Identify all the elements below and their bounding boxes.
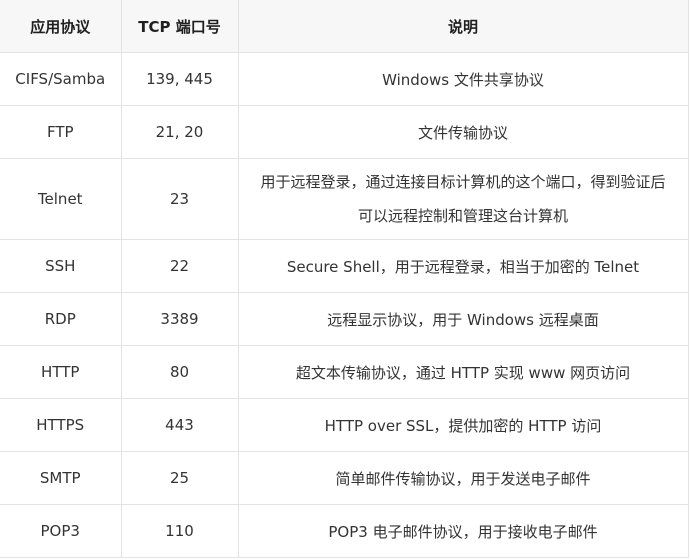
port-cell: 443 (120, 398, 239, 452)
description-cell: 远程显示协议，用于 Windows 远程桌面 (237, 292, 689, 346)
protocol-cell: FTP (0, 105, 122, 159)
description-cell: 文件传输协议 (237, 105, 689, 159)
table-row: POP3 110 POP3 电子邮件协议，用于接收电子邮件 (0, 504, 689, 558)
table-row: HTTP 80 超文本传输协议，通过 HTTP 实现 www 网页访问 (0, 345, 689, 399)
protocol-cell: RDP (0, 292, 122, 346)
description-cell: HTTP over SSL，提供加密的 HTTP 访问 (237, 398, 689, 452)
protocol-cell: SSH (0, 239, 122, 293)
protocol-cell: HTTP (0, 345, 122, 399)
table-row: CIFS/Samba 139, 445 Windows 文件共享协议 (0, 52, 689, 106)
table-row: FTP 21, 20 文件传输协议 (0, 105, 689, 159)
description-cell: Secure Shell，用于远程登录，相当于加密的 Telnet (237, 239, 689, 293)
protocol-cell: SMTP (0, 451, 122, 505)
description-cell: 简单邮件传输协议，用于发送电子邮件 (237, 451, 689, 505)
description-cell: 超文本传输协议，通过 HTTP 实现 www 网页访问 (237, 345, 689, 399)
port-cell: 139, 445 (120, 52, 239, 106)
header-protocol: 应用协议 (0, 0, 122, 53)
description-cell: POP3 电子邮件协议，用于接收电子邮件 (237, 504, 689, 558)
port-cell: 110 (120, 504, 239, 558)
protocol-cell: POP3 (0, 504, 122, 558)
protocol-cell: CIFS/Samba (0, 52, 122, 106)
table-row: SSH 22 Secure Shell，用于远程登录，相当于加密的 Telnet (0, 239, 689, 293)
protocol-cell: Telnet (0, 158, 122, 240)
port-cell: 80 (120, 345, 239, 399)
protocol-cell: HTTPS (0, 398, 122, 452)
table-row: RDP 3389 远程显示协议，用于 Windows 远程桌面 (0, 292, 689, 346)
port-cell: 21, 20 (120, 105, 239, 159)
port-cell: 23 (120, 158, 239, 240)
header-tcp-port: TCP 端口号 (120, 0, 239, 53)
table-row: SMTP 25 简单邮件传输协议，用于发送电子邮件 (0, 451, 689, 505)
port-cell: 22 (120, 239, 239, 293)
table-header-row: 应用协议 TCP 端口号 说明 (0, 0, 689, 53)
port-cell: 3389 (120, 292, 239, 346)
description-cell: 用于远程登录，通过连接目标计算机的这个端口，得到验证后可以远程控制和管理这台计算… (237, 158, 689, 240)
protocol-port-table: 应用协议 TCP 端口号 说明 CIFS/Samba 139, 445 Wind… (0, 0, 689, 558)
port-cell: 25 (120, 451, 239, 505)
table-row: Telnet 23 用于远程登录，通过连接目标计算机的这个端口，得到验证后可以远… (0, 158, 689, 240)
header-description: 说明 (237, 0, 689, 53)
table-row: HTTPS 443 HTTP over SSL，提供加密的 HTTP 访问 (0, 398, 689, 452)
description-cell: Windows 文件共享协议 (237, 52, 689, 106)
